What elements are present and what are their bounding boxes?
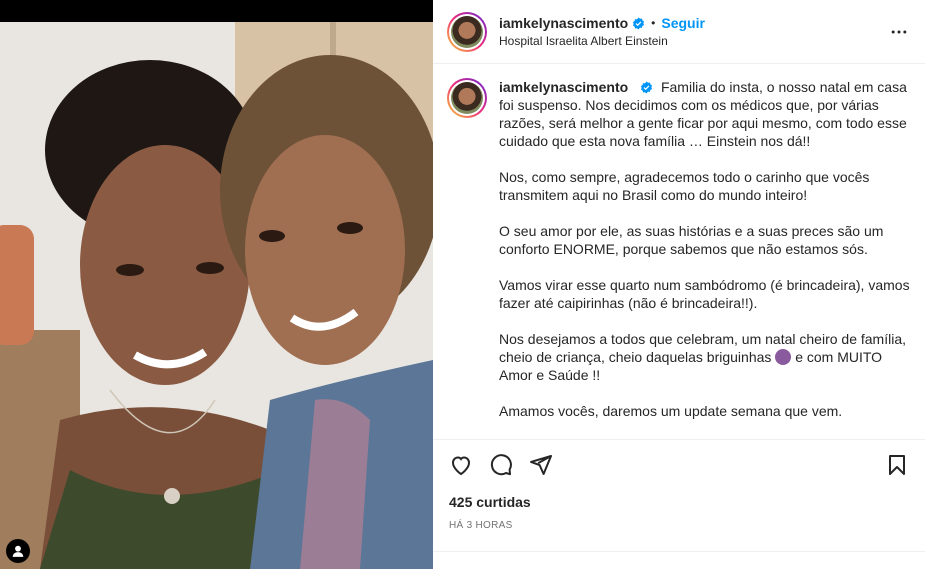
heart-icon xyxy=(451,456,471,476)
user-tag-button[interactable] xyxy=(6,539,30,563)
post-location[interactable]: Hospital Israelita Albert Einstein xyxy=(499,34,887,48)
action-bar xyxy=(433,440,925,490)
post-header: iamkelynascimento • Seguir Hospital Isra… xyxy=(433,0,925,64)
post-timestamp[interactable]: HÁ 3 HORAS xyxy=(433,520,925,531)
photo-people xyxy=(40,55,433,569)
caption-username[interactable]: iamkelynascimento xyxy=(499,79,628,95)
post-photo[interactable] xyxy=(0,0,433,569)
follow-button[interactable]: Seguir xyxy=(661,15,705,31)
verified-badge-icon xyxy=(641,81,653,94)
share-button[interactable] xyxy=(529,453,553,477)
caption-paragraph: Nos, como sempre, agradecemos todo o car… xyxy=(499,169,870,203)
verified-badge-icon xyxy=(633,17,645,29)
caption-paragraph: Vamos virar esse quarto num sambódromo (… xyxy=(499,277,910,311)
caption-author-avatar[interactable] xyxy=(447,78,487,118)
comment-icon xyxy=(490,454,512,476)
post-caption: iamkelynascimento Familia do insta, o no… xyxy=(447,78,911,438)
bookmark-icon xyxy=(889,455,905,475)
person-gesturing-emoji-icon xyxy=(775,349,792,365)
caption-paragraph: O seu amor por ele, as suas histórias e … xyxy=(499,223,884,257)
user-tag-icon xyxy=(12,545,24,557)
separator-dot: • xyxy=(651,16,656,30)
more-options-icon xyxy=(891,30,907,33)
add-comment-bar[interactable] xyxy=(433,551,925,569)
like-button[interactable] xyxy=(449,453,473,477)
post-details-panel: iamkelynascimento • Seguir Hospital Isra… xyxy=(433,0,925,569)
author-username[interactable]: iamkelynascimento xyxy=(499,15,628,31)
save-button[interactable] xyxy=(885,453,909,477)
caption-paragraph: Amamos vocês, daremos um update semana q… xyxy=(499,403,843,419)
comments-section: iamkelynascimento Familia do insta, o no… xyxy=(433,64,925,440)
author-avatar[interactable] xyxy=(447,11,487,52)
comment-button[interactable] xyxy=(489,453,513,477)
likes-count[interactable]: 425 curtidas xyxy=(433,494,925,510)
more-options-button[interactable] xyxy=(887,20,911,44)
share-icon xyxy=(530,455,552,475)
